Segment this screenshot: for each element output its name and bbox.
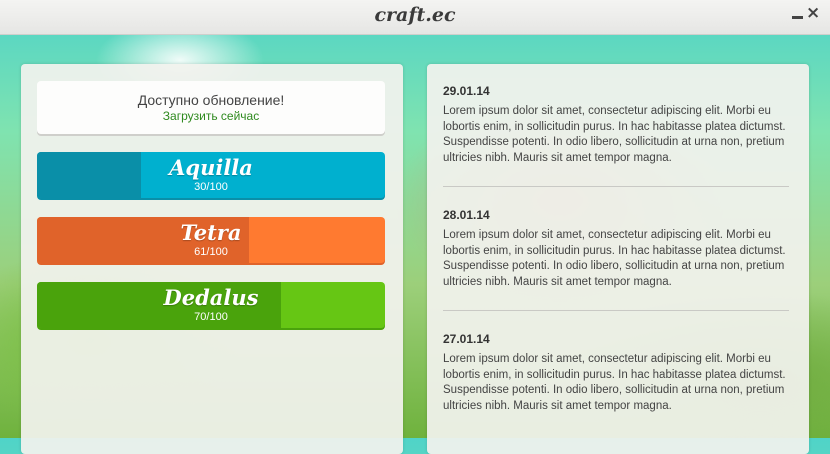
server-player-count: 70/100 <box>194 311 228 323</box>
news-text: Lorem ipsum dolor sit amet, consectetur … <box>443 353 786 412</box>
close-button[interactable]: × <box>806 3 822 23</box>
app-title: craft.ec <box>374 4 456 26</box>
news-date: 29.01.14 <box>443 84 490 98</box>
minimize-button[interactable] <box>790 6 806 22</box>
server-tetra-button[interactable]: Tetra 61/100 <box>37 217 385 263</box>
close-icon: × <box>806 3 821 23</box>
server-player-count: 61/100 <box>194 246 228 258</box>
news-text: Lorem ipsum dolor sit amet, consectetur … <box>443 105 786 164</box>
server-name: Tetra <box>180 220 242 245</box>
news-item: 27.01.14 Lorem ipsum dolor sit amet, con… <box>443 332 789 414</box>
news-item: 28.01.14 Lorem ipsum dolor sit amet, con… <box>443 208 789 290</box>
update-card[interactable]: Доступно обновление! Загрузить сейчас <box>37 81 385 134</box>
server-player-count: 30/100 <box>194 181 228 193</box>
update-title: Доступно обновление! <box>137 92 285 108</box>
news-date: 28.01.14 <box>443 208 490 222</box>
download-now-link[interactable]: Загрузить сейчас <box>37 109 385 123</box>
news-text: Lorem ipsum dolor sit amet, consectetur … <box>443 229 786 288</box>
news-date: 27.01.14 <box>443 332 490 346</box>
news-divider <box>443 310 789 311</box>
news-divider <box>443 186 789 187</box>
servers-panel: Доступно обновление! Загрузить сейчас Aq… <box>21 64 403 454</box>
news-item: 29.01.14 Lorem ipsum dolor sit amet, con… <box>443 84 789 166</box>
minimize-icon <box>792 16 803 19</box>
server-name: Aquilla <box>169 155 253 180</box>
server-aquilla-button[interactable]: Aquilla 30/100 <box>37 152 385 198</box>
server-name: Dedalus <box>163 285 259 310</box>
news-panel: 29.01.14 Lorem ipsum dolor sit amet, con… <box>427 64 809 454</box>
title-bar: craft.ec × <box>0 0 830 35</box>
server-dedalus-button[interactable]: Dedalus 70/100 <box>37 282 385 328</box>
